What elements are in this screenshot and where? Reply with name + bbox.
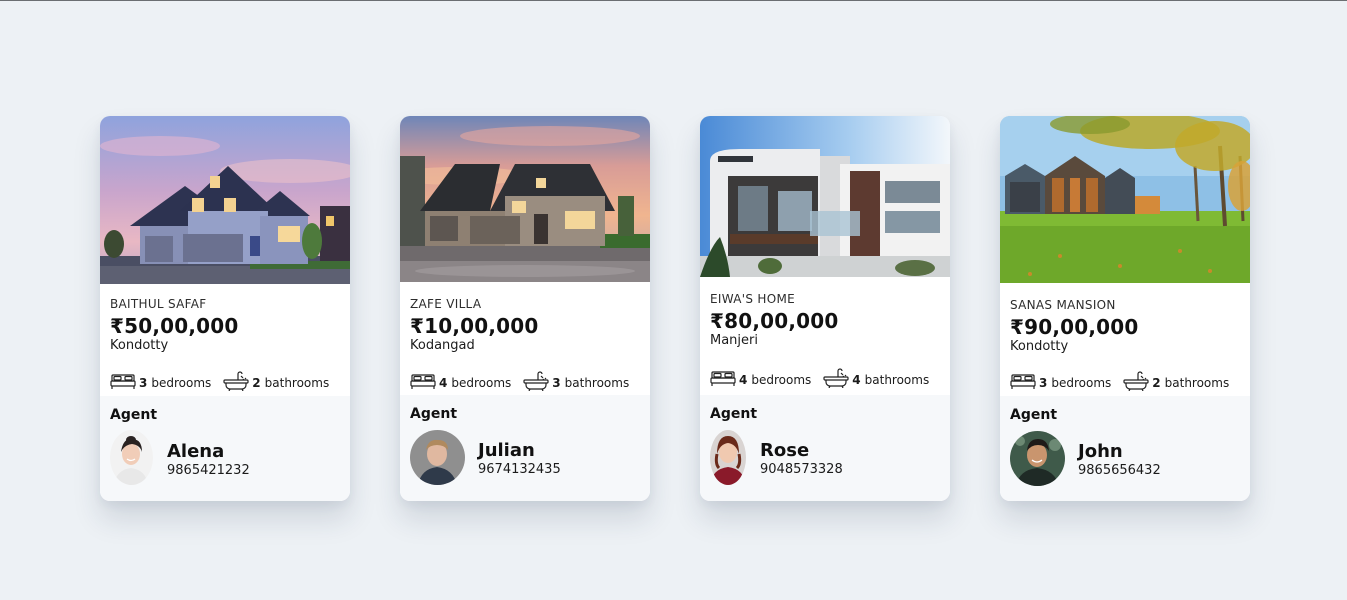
bathrooms-feature: 3 bathrooms xyxy=(523,371,629,394)
agent-panel: Agent John 9865656432 xyxy=(1000,396,1250,501)
bathtub-icon xyxy=(1123,371,1152,394)
agent-phone[interactable]: 9674132435 xyxy=(478,462,561,478)
bedrooms-count: 3 xyxy=(139,375,148,390)
property-name: BAITHUL SAFAF xyxy=(110,297,207,311)
bathrooms-count: 2 xyxy=(1152,375,1161,390)
agent-heading: Agent xyxy=(710,406,758,422)
property-price: ₹80,00,000 xyxy=(710,309,839,333)
property-price: ₹10,00,000 xyxy=(410,314,539,338)
property-location: Kondotty xyxy=(1010,339,1069,354)
property-card[interactable]: BAITHUL SAFAF ₹50,00,000 Kondotty 3 bedr… xyxy=(100,116,350,501)
property-features: 3 bedrooms 2 bathrooms xyxy=(1010,371,1246,394)
avatar[interactable] xyxy=(710,430,746,485)
property-card[interactable]: ZAFE VILLA ₹10,00,000 Kodangad 4 bedroom… xyxy=(400,116,650,501)
agent-name: Alena xyxy=(167,441,225,462)
property-photo xyxy=(400,116,650,282)
bathrooms-count: 4 xyxy=(852,372,861,387)
property-name: SANAS MANSION xyxy=(1010,298,1116,312)
bathtub-icon xyxy=(223,371,252,394)
bathrooms-count: 2 xyxy=(252,375,261,390)
agent-name: Julian xyxy=(478,440,535,461)
agent-panel: Agent Rose 9048573328 xyxy=(700,395,950,501)
bedrooms-feature: 3 bedrooms xyxy=(110,372,211,393)
bathrooms-label: bathrooms xyxy=(564,375,630,390)
property-location: Kondotty xyxy=(110,338,169,353)
property-photo xyxy=(100,116,350,284)
property-name: ZAFE VILLA xyxy=(410,297,482,311)
bedrooms-label: bedrooms xyxy=(451,375,512,390)
bedrooms-count: 4 xyxy=(739,372,748,387)
window-top-border xyxy=(0,0,1347,1)
property-location: Manjeri xyxy=(710,333,758,348)
bathrooms-feature: 2 bathrooms xyxy=(223,371,329,394)
agent-heading: Agent xyxy=(1010,407,1058,423)
bedrooms-label: bedrooms xyxy=(1051,375,1112,390)
agent-heading: Agent xyxy=(410,406,458,422)
avatar[interactable] xyxy=(110,430,153,485)
bathrooms-feature: 2 bathrooms xyxy=(1123,371,1229,394)
agent-panel: Agent Julian 9674132435 xyxy=(400,395,650,501)
agent-panel: Agent Alena 9865421232 xyxy=(100,396,350,501)
bed-icon xyxy=(410,372,439,393)
agent-phone[interactable]: 9865421232 xyxy=(167,463,250,479)
bathtub-icon xyxy=(823,368,852,391)
avatar[interactable] xyxy=(410,430,465,485)
agent-phone[interactable]: 9865656432 xyxy=(1078,463,1161,479)
property-card[interactable]: SANAS MANSION ₹90,00,000 Kondotty 3 bedr… xyxy=(1000,116,1250,501)
bed-icon xyxy=(710,369,739,390)
bathrooms-label: bathrooms xyxy=(864,372,930,387)
property-name: EIWA'S HOME xyxy=(710,292,795,306)
property-price: ₹50,00,000 xyxy=(110,314,239,338)
bathrooms-count: 3 xyxy=(552,375,561,390)
property-photo xyxy=(1000,116,1250,283)
bedrooms-count: 3 xyxy=(1039,375,1048,390)
avatar[interactable] xyxy=(1010,431,1065,486)
agent-phone[interactable]: 9048573328 xyxy=(760,462,843,478)
bed-icon xyxy=(110,372,139,393)
bedrooms-label: bedrooms xyxy=(151,375,212,390)
property-photo xyxy=(700,116,950,277)
bedrooms-feature: 4 bedrooms xyxy=(410,372,511,393)
property-card[interactable]: EIWA'S HOME ₹80,00,000 Manjeri 4 bedroom… xyxy=(700,116,950,501)
bedrooms-label: bedrooms xyxy=(751,372,812,387)
property-features: 4 bedrooms 4 bathrooms xyxy=(710,368,946,391)
bathrooms-label: bathrooms xyxy=(264,375,330,390)
bed-icon xyxy=(1010,372,1039,393)
bathrooms-label: bathrooms xyxy=(1164,375,1230,390)
agent-name: John xyxy=(1078,441,1123,462)
property-features: 4 bedrooms 3 bathrooms xyxy=(410,371,646,394)
property-features: 3 bedrooms 2 bathrooms xyxy=(110,371,346,394)
bathrooms-feature: 4 bathrooms xyxy=(823,368,929,391)
bedrooms-feature: 3 bedrooms xyxy=(1010,372,1111,393)
property-location: Kodangad xyxy=(410,338,475,353)
agent-heading: Agent xyxy=(110,407,158,423)
agent-name: Rose xyxy=(760,440,810,461)
bedrooms-feature: 4 bedrooms xyxy=(710,369,811,390)
bedrooms-count: 4 xyxy=(439,375,448,390)
property-price: ₹90,00,000 xyxy=(1010,315,1139,339)
bathtub-icon xyxy=(523,371,552,394)
